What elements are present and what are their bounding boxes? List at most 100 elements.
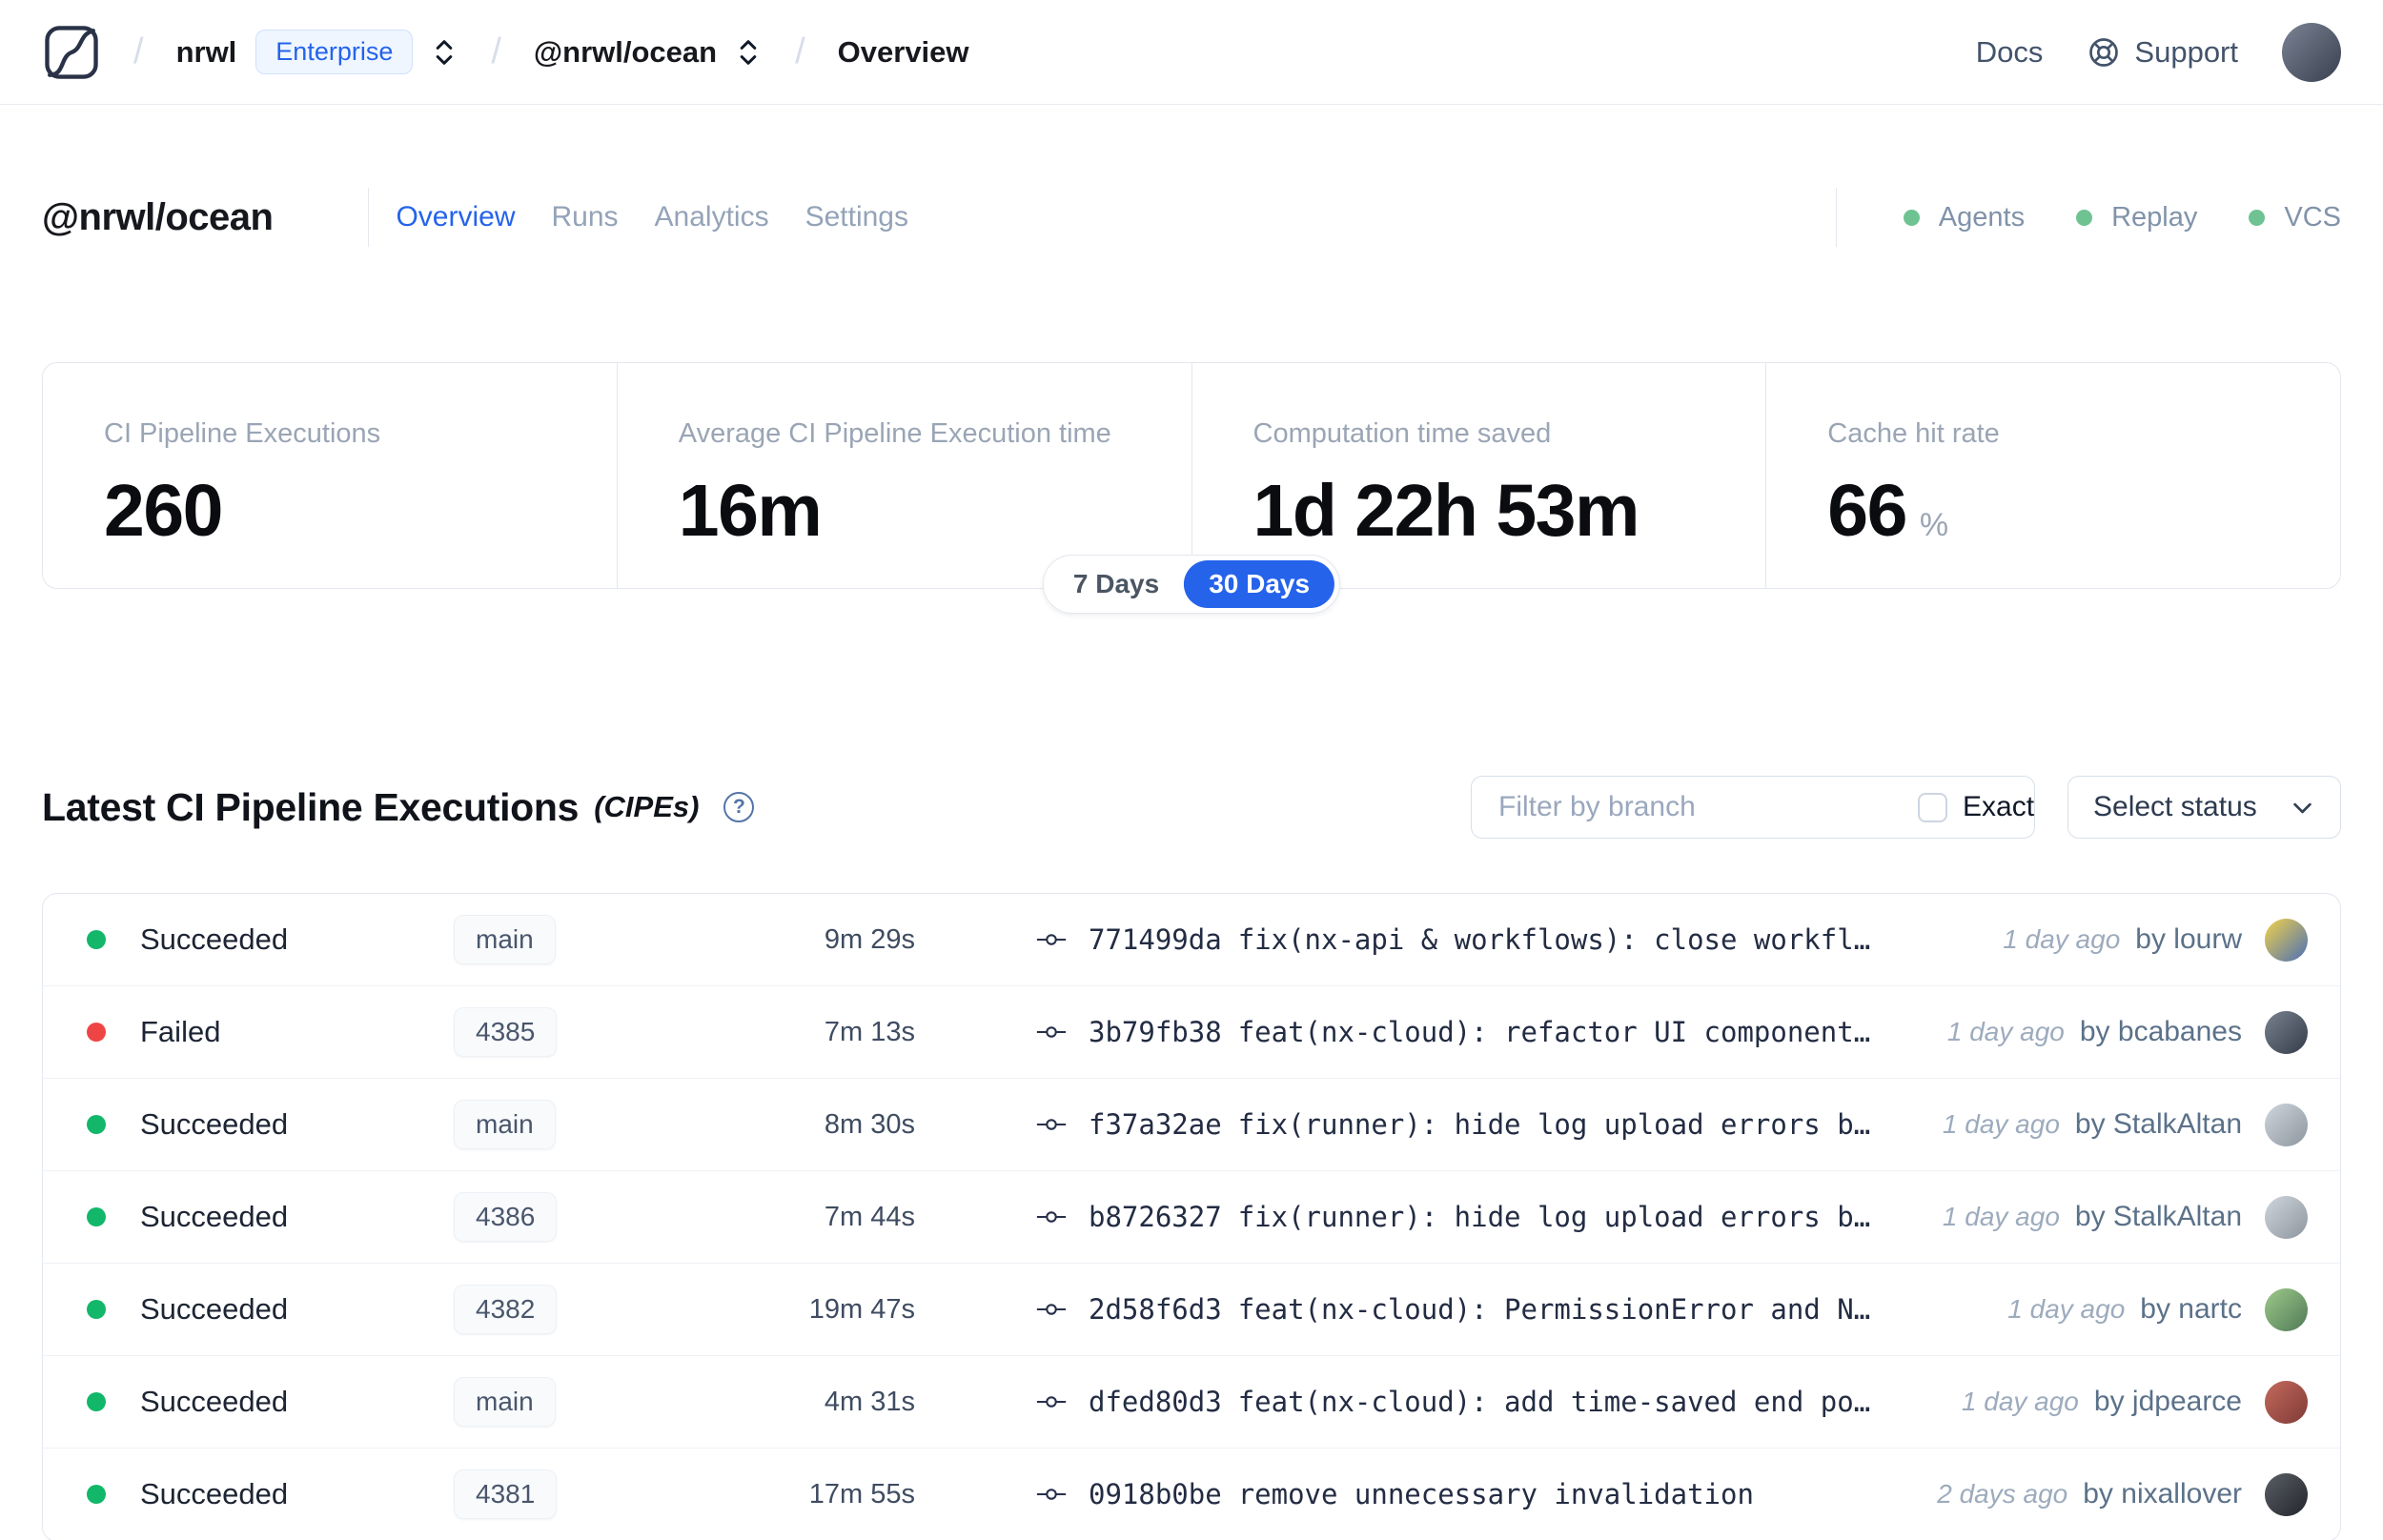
commit-cell: 0918b0be remove unnecessary invalidation: [915, 1478, 1937, 1510]
stats-cards: CI Pipeline Executions 260 Average CI Pi…: [42, 362, 2341, 614]
time-ago: 1 day ago: [1942, 1202, 2060, 1231]
stat-cache-hit-rate: Cache hit rate 66 %: [1765, 363, 2340, 588]
section-title-wrap: Latest CI Pipeline Executions (CIPEs) ?: [42, 784, 755, 830]
branch-filter-input[interactable]: [1472, 777, 1893, 838]
period-7-days-button[interactable]: 7 Days: [1049, 560, 1184, 608]
status-dot: [87, 930, 106, 949]
table-row[interactable]: Succeeded main 8m 30s f37a32ae fix(runne…: [43, 1079, 2340, 1171]
tab-overview[interactable]: Overview: [396, 201, 515, 233]
git-commit-icon: [1036, 1396, 1067, 1408]
tab-runs[interactable]: Runs: [551, 201, 618, 233]
git-commit-icon: [1036, 934, 1067, 945]
status-label: Succeeded: [140, 1292, 289, 1326]
duration: 17m 55s: [808, 1478, 915, 1510]
breadcrumb-org[interactable]: nrwl Enterprise: [176, 30, 459, 74]
status-dot: [87, 1115, 106, 1134]
branch-badge: main: [454, 1377, 556, 1427]
commit-hash: dfed80d3: [1089, 1386, 1222, 1418]
commit-cell: 3b79fb38 feat(nx-cloud): refactor UI com…: [915, 1016, 1947, 1048]
status-label: Failed: [140, 1015, 221, 1048]
commit-message: feat(nx-cloud): add time-saved end po…: [1237, 1386, 1871, 1418]
section-title: Latest CI Pipeline Executions: [42, 784, 580, 829]
breadcrumb-separator: /: [133, 31, 144, 71]
meta-cell: 1 day ago by lourw: [2003, 918, 2308, 962]
workspace-switcher-icon[interactable]: [734, 36, 763, 69]
branch-cell: 4385: [454, 1007, 770, 1057]
table-row[interactable]: Succeeded 4382 19m 47s 2d58f6d3 feat(nx-…: [43, 1264, 2340, 1356]
row-avatar: [2265, 918, 2308, 962]
meta-cell: 1 day ago by bcabanes: [1947, 1010, 2308, 1054]
branch-badge: 4382: [454, 1285, 558, 1334]
status-cell: Succeeded: [87, 1477, 454, 1511]
commit-text: 771499da fix(nx-api & workflows): close …: [1089, 923, 1870, 956]
status-select[interactable]: Select status: [2067, 776, 2341, 839]
percent-unit: %: [1919, 507, 1949, 543]
author: by bcabanes: [2079, 1016, 2242, 1047]
status-dot: [87, 1485, 106, 1504]
indicator-vcs[interactable]: VCS: [2249, 202, 2341, 233]
duration: 4m 31s: [824, 1386, 915, 1417]
indicator-replay[interactable]: Replay: [2076, 202, 2197, 233]
nx-cloud-logo[interactable]: [42, 23, 101, 82]
duration: 7m 44s: [824, 1201, 915, 1232]
stat-ci-pipeline-executions: CI Pipeline Executions 260: [43, 363, 617, 588]
git-commit-icon: [1036, 1489, 1067, 1500]
exact-checkbox[interactable]: [1918, 792, 1947, 822]
status-cell: Succeeded: [87, 1292, 454, 1327]
workspace-header: @nrwl/ocean Overview Runs Analytics Sett…: [42, 173, 2341, 261]
status-dot: [87, 1023, 106, 1042]
period-toggle: 7 Days 30 Days: [1042, 555, 1341, 614]
commit-hash: f37a32ae: [1089, 1108, 1222, 1141]
indicator-agents[interactable]: Agents: [1903, 202, 2025, 233]
status-cell: Succeeded: [87, 922, 454, 957]
commit-message: feat(nx-cloud): PermissionError and N…: [1237, 1293, 1871, 1326]
workspace-tabs: Overview Runs Analytics Settings: [396, 201, 908, 233]
branch-cell: 4382: [454, 1285, 770, 1334]
tab-analytics[interactable]: Analytics: [655, 201, 769, 233]
chevron-down-icon: [2293, 802, 2312, 813]
support-link[interactable]: Support: [2087, 35, 2238, 70]
period-30-days-button[interactable]: 30 Days: [1184, 560, 1335, 608]
breadcrumb-separator: /: [491, 31, 501, 71]
branch-cell: main: [454, 1100, 770, 1149]
meta-cell: 1 day ago by StalkAltan: [1942, 1195, 2308, 1239]
help-icon[interactable]: ?: [723, 792, 755, 822]
commit-hash: 2d58f6d3: [1089, 1293, 1222, 1326]
branch-cell: main: [454, 1377, 770, 1427]
status-cell: Succeeded: [87, 1385, 454, 1419]
table-row[interactable]: Succeeded 4381 17m 55s 0918b0be remove u…: [43, 1449, 2340, 1540]
table-row[interactable]: Succeeded 4386 7m 44s b8726327 fix(runne…: [43, 1171, 2340, 1264]
meta-cell: 1 day ago by jdpearce: [1962, 1380, 2308, 1424]
commit-text: 2d58f6d3 feat(nx-cloud): PermissionError…: [1089, 1293, 1870, 1326]
stat-value: 1d 22h 53m: [1253, 470, 1640, 552]
breadcrumb-workspace[interactable]: @nrwl/ocean: [534, 35, 763, 70]
support-label: Support: [2134, 34, 2238, 69]
commit-cell: dfed80d3 feat(nx-cloud): add time-saved …: [915, 1386, 1962, 1418]
row-avatar: [2265, 1103, 2308, 1146]
tab-settings[interactable]: Settings: [805, 201, 908, 233]
row-avatar: [2265, 1380, 2308, 1424]
table-row[interactable]: Succeeded main 4m 31s dfed80d3 feat(nx-c…: [43, 1356, 2340, 1449]
exact-toggle: Exact: [1893, 777, 2034, 838]
status-cell: Succeeded: [87, 1200, 454, 1234]
top-nav: / nrwl Enterprise / @nrwl/ocean / Overvi…: [0, 0, 2383, 105]
exact-label[interactable]: Exact: [1963, 791, 2034, 823]
org-switcher-icon[interactable]: [430, 36, 458, 69]
commit-text: b8726327 fix(runner): hide log upload er…: [1089, 1201, 1870, 1233]
commit-hash: 3b79fb38: [1089, 1016, 1222, 1048]
status-label: Succeeded: [140, 1385, 289, 1418]
user-avatar[interactable]: [2282, 22, 2341, 82]
status-label: Succeeded: [140, 1477, 289, 1510]
commit-message: remove unnecessary invalidation: [1237, 1478, 1754, 1510]
branch-badge: main: [454, 915, 556, 964]
meta-cell: 1 day ago by StalkAltan: [1942, 1103, 2308, 1146]
time-ago: 1 day ago: [1942, 1109, 2060, 1139]
table-row[interactable]: Failed 4385 7m 13s 3b79fb38 feat(nx-clou…: [43, 986, 2340, 1079]
nav-actions: Docs Support: [1932, 22, 2341, 82]
commit-text: 3b79fb38 feat(nx-cloud): refactor UI com…: [1089, 1016, 1870, 1048]
table-row[interactable]: Succeeded main 9m 29s 771499da fix(nx-ap…: [43, 894, 2340, 986]
duration: 8m 30s: [824, 1108, 915, 1140]
section-title-suffix: (CIPEs): [594, 790, 700, 823]
docs-link[interactable]: Docs: [1976, 35, 2044, 70]
row-avatar: [2265, 1287, 2308, 1331]
